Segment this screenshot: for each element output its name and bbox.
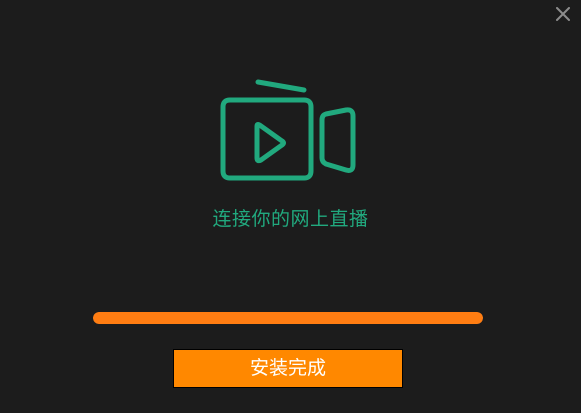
install-progress-fill (93, 312, 483, 324)
installer-window: 连接你的网上直播 安装完成 (0, 0, 581, 413)
finish-install-button[interactable]: 安装完成 (173, 349, 403, 388)
tagline: 连接你的网上直播 (212, 208, 369, 230)
install-progress-bar (93, 312, 483, 324)
video-camera-play-icon (220, 79, 356, 181)
close-button[interactable] (552, 3, 574, 25)
close-icon (556, 7, 570, 21)
